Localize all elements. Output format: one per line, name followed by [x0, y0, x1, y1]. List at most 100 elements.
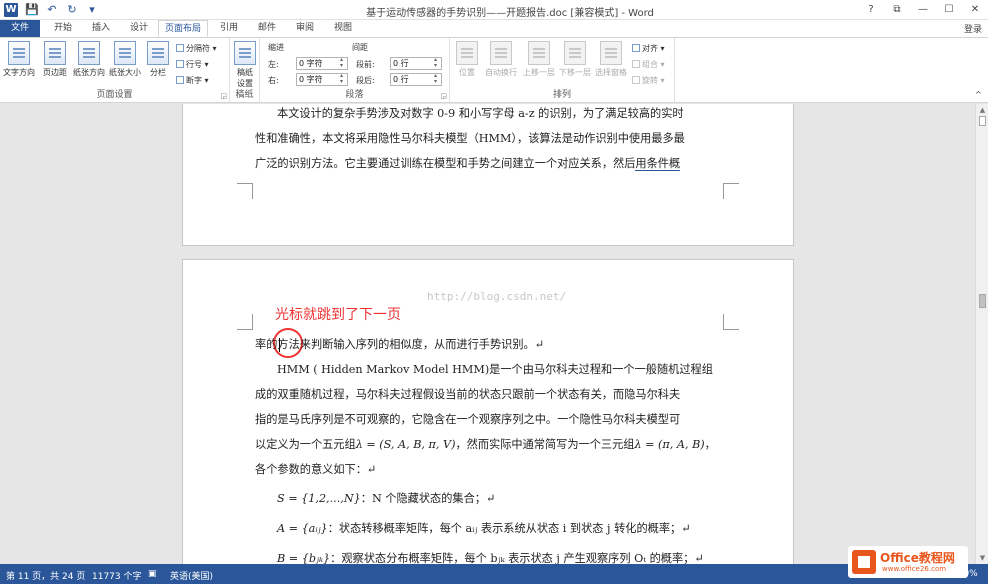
three-tuple-formula: λ = (π, A, B): [634, 438, 705, 451]
customize-qat-icon[interactable]: ▾: [84, 2, 100, 18]
size-button[interactable]: 纸张大小: [108, 41, 142, 78]
text-direction-button[interactable]: 文字方向: [2, 41, 36, 78]
group-button[interactable]: 组合 ▾: [632, 59, 665, 70]
ribbon-tabs: 文件 开始 插入 设计 页面布局 引用 邮件 审阅 视图 登录: [0, 20, 988, 37]
page1-line-2: 性和准确性，本文将采用隐性马尔科夫模型（HMM），该算法是动作识别中使用最多最: [255, 132, 685, 145]
page-setup-group: 文字方向 页边距 纸张方向 纸张大小 分栏 分隔符 ▾ 行号 ▾ 断字 ▾ 页面…: [0, 38, 230, 102]
page2-line-2: HMM ( Hidden Markov Model HMM)是一个由马尔科夫过程…: [277, 363, 713, 376]
param-s: S = {1,2,...,N}：N 个隐藏状态的集合；↵: [277, 492, 496, 505]
tab-review[interactable]: 审阅: [288, 20, 322, 37]
position-icon: [456, 41, 478, 65]
position-button[interactable]: 位置: [452, 41, 482, 78]
tab-view[interactable]: 视图: [326, 20, 360, 37]
page2-line-1: 率的方法来判断输入序列的相似度，从而进行手势识别。↵: [255, 338, 545, 351]
word-count[interactable]: 11773 个字: [92, 569, 142, 582]
breaks-button[interactable]: 分隔符 ▾: [176, 43, 217, 54]
page-setup-launcher-icon[interactable]: ◲: [220, 92, 227, 100]
text-direction-icon: [8, 41, 30, 65]
margins-button[interactable]: 页边距: [38, 41, 72, 78]
tab-references[interactable]: 引用: [212, 20, 246, 37]
param-a: A = {aᵢⱼ}：状态转移概率矩阵，每个 aᵢⱼ 表示系统从状态 i 到状态 …: [277, 522, 691, 535]
wrap-text-button[interactable]: 自动换行: [482, 41, 520, 78]
page2-line-6: 各个参数的意义如下：↵: [255, 463, 377, 476]
align-button[interactable]: 对齐 ▾: [632, 43, 665, 54]
help-button[interactable]: ?: [858, 0, 884, 20]
draft-paper-icon: [234, 41, 256, 65]
wrap-text-icon: [490, 41, 512, 65]
bring-forward-button[interactable]: 上移一层: [520, 41, 558, 78]
margin-corner-mark: [237, 314, 253, 330]
group-icon: [632, 60, 640, 68]
tab-page-layout[interactable]: 页面布局: [158, 20, 208, 37]
page-setup-label: 页面设置: [96, 90, 133, 100]
indent-right-label: 右:: [268, 76, 279, 85]
page2-line-3: 成的双重随机过程，马尔科夫过程假设当前的状态只跟前一个状态有关，而隐马尔科夫: [255, 388, 681, 401]
collapse-ribbon-icon[interactable]: ^: [975, 90, 982, 99]
site-logo: Office教程网 www.office26.com: [848, 546, 968, 578]
draft-group: 稿纸 设置 稿纸: [230, 38, 260, 102]
redo-icon[interactable]: ↻: [64, 2, 80, 18]
close-button[interactable]: ✕: [962, 0, 988, 20]
word-app-icon[interactable]: W: [4, 3, 18, 17]
spacing-before-input[interactable]: 0 行: [390, 57, 442, 70]
spacing-heading: 间距: [352, 43, 368, 52]
logo-url: www.office26.com: [882, 565, 947, 573]
send-backward-icon: [564, 41, 586, 65]
window-controls: ? ⧉ — ☐ ✕: [858, 0, 988, 20]
page1-underlined-text: 用条件概: [635, 157, 681, 171]
undo-icon[interactable]: ↶: [44, 2, 60, 18]
page-count[interactable]: 第 11 页，共 24 页: [6, 569, 85, 582]
scroll-down-icon[interactable]: ▼: [976, 554, 988, 562]
line-numbers-button[interactable]: 行号 ▾: [176, 59, 209, 70]
tab-design[interactable]: 设计: [122, 20, 156, 37]
draft-label: 稿纸: [235, 90, 254, 100]
arrange-group: 位置 自动换行 上移一层 下移一层 选择窗格 对齐 ▾ 组合 ▾ 旋转 ▾ 排列: [450, 38, 675, 102]
tab-file[interactable]: 文件: [0, 20, 40, 37]
quick-access-toolbar: 💾 ↶ ↻ ▾: [24, 2, 100, 18]
vertical-scrollbar[interactable]: ▲ ▼: [975, 104, 988, 564]
page1-line-1: 本文设计的复杂手势涉及对数字 0-9 和小写字母 a-z 的识别，为了满足较高的…: [277, 107, 684, 120]
indent-heading: 缩进: [268, 43, 284, 52]
paper-size-icon: [114, 41, 136, 65]
tab-mailings[interactable]: 邮件: [250, 20, 284, 37]
ribbon-display-button[interactable]: ⧉: [884, 0, 910, 20]
annotation-text: 光标就跳到了下一页: [275, 307, 401, 323]
spacing-after-label: 段后:: [356, 76, 375, 85]
status-bar: 第 11 页，共 24 页 11773 个字 ▣ 英语(美国) 110%: [0, 564, 988, 584]
line-numbers-icon: [176, 60, 184, 68]
page-10[interactable]: 本文设计的复杂手势涉及对数字 0-9 和小写字母 a-z 的识别，为了满足较高的…: [182, 104, 794, 246]
hyphenation-button[interactable]: 断字 ▾: [176, 75, 209, 86]
columns-button[interactable]: 分栏: [144, 41, 172, 78]
selection-pane-button[interactable]: 选择窗格: [592, 41, 630, 78]
tab-home[interactable]: 开始: [46, 20, 80, 37]
save-icon[interactable]: 💾: [24, 2, 40, 18]
paragraph-launcher-icon[interactable]: ◲: [440, 92, 447, 100]
page-11[interactable]: http://blog.csdn.net/ 光标就跳到了下一页 率的方法来判断输…: [182, 259, 794, 564]
margin-corner-mark: [237, 183, 253, 199]
paragraph-group: 缩进 间距 左: 0 字符 右: 0 字符 段前: 0 行 段后: 0 行 段落…: [260, 38, 450, 102]
indent-right-input[interactable]: 0 字符: [296, 73, 348, 86]
tab-insert[interactable]: 插入: [84, 20, 118, 37]
indent-left-input[interactable]: 0 字符: [296, 57, 348, 70]
align-icon: [632, 44, 640, 52]
rotate-button[interactable]: 旋转 ▾: [632, 75, 665, 86]
draft-settings-button[interactable]: 稿纸 设置: [230, 41, 260, 89]
scroll-up-icon[interactable]: ▲: [976, 106, 988, 114]
office-logo-icon: [852, 550, 876, 574]
send-backward-button[interactable]: 下移一层: [556, 41, 594, 78]
login-link[interactable]: 登录: [964, 22, 982, 35]
language-indicator[interactable]: 英语(美国): [170, 569, 213, 582]
orientation-button[interactable]: 纸张方向: [72, 41, 106, 78]
proofing-icon[interactable]: ▣: [148, 569, 157, 579]
window-title: 基于运动传感器的手势识别——开题报告.doc [兼容模式] - Word: [366, 8, 654, 19]
selection-pane-icon: [600, 41, 622, 65]
document-area[interactable]: 本文设计的复杂手势涉及对数字 0-9 和小写字母 a-z 的识别，为了满足较高的…: [0, 104, 975, 564]
spacing-before-label: 段前:: [356, 60, 375, 69]
spacing-after-input[interactable]: 0 行: [390, 73, 442, 86]
scroll-marker: [979, 116, 986, 126]
columns-icon: [147, 41, 169, 65]
minimize-button[interactable]: —: [910, 0, 936, 20]
page2-line-5: 以定义为一个五元组λ = (S, A, B, π, V)，然而实际中通常简写为一…: [255, 438, 716, 451]
maximize-button[interactable]: ☐: [936, 0, 962, 20]
scroll-thumb[interactable]: [979, 294, 986, 308]
